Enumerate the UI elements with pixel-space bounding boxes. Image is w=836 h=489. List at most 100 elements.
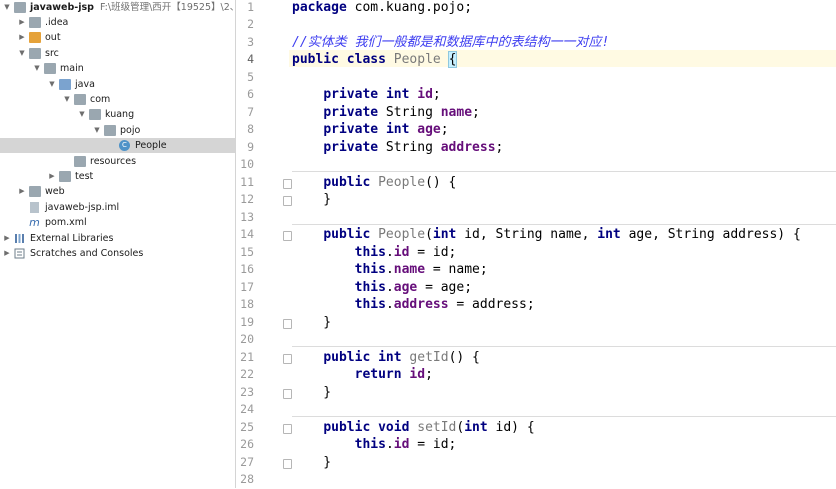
code-token: }	[292, 314, 332, 330]
tree-item-test[interactable]: ▶ test	[0, 169, 235, 184]
code-token: age, String address) {	[620, 227, 801, 242]
code-line[interactable]: public People(int id, String name, int a…	[292, 226, 801, 244]
editor-gutter: 1 2 3 4 5 6 7 8 9 10 11 12 13 14 15 16 17 18 19 20 21 22 23 24 2…	[236, 0, 292, 488]
tree-item-javaweb-jsp-iml[interactable]: javaweb-jsp.iml	[0, 200, 235, 215]
code-line[interactable]: private int id;	[292, 86, 440, 104]
tree-item-label: java	[75, 78, 95, 90]
tree-item-kuang[interactable]: ▼ kuang	[0, 107, 235, 122]
code-token: private	[323, 122, 379, 137]
code-line[interactable]: }	[292, 314, 331, 332]
chevron-down-icon[interactable]: ▼	[47, 77, 57, 92]
code-line[interactable]: this.id = id;	[292, 436, 457, 454]
package-icon	[104, 124, 116, 136]
code-line[interactable]: public class People {	[292, 51, 458, 69]
chevron-down-icon[interactable]: ▼	[17, 46, 27, 61]
tree-item-pom-xml[interactable]: m pom.xml	[0, 215, 235, 230]
code-token: id	[409, 367, 426, 382]
folder-icon	[44, 63, 56, 75]
code-line[interactable]: public People() {	[292, 174, 456, 192]
code-editor[interactable]: package com.kuang.pojo; //实体类 我们一般都是和数据库中…	[289, 0, 836, 488]
chevron-right-icon[interactable]: ▶	[47, 169, 57, 184]
chevron-down-icon[interactable]: ▼	[2, 0, 12, 15]
code-token: address	[440, 139, 496, 155]
line-number: 22	[240, 367, 254, 381]
tree-item-out[interactable]: ▶ out	[0, 30, 235, 45]
tree-item-web[interactable]: ▶ web	[0, 184, 235, 199]
code-line[interactable]: this.name = name;	[292, 261, 488, 279]
tree-item-resources[interactable]: resources	[0, 154, 235, 169]
code-line[interactable]: return id;	[292, 366, 433, 384]
tree-item-src[interactable]: ▼ src	[0, 46, 235, 61]
code-token: int	[597, 227, 621, 242]
tree-item-idea[interactable]: ▶ .idea	[0, 15, 235, 30]
tree-item-label: kuang	[105, 109, 135, 121]
tree-root-javaweb-jsp[interactable]: ▼ javaweb-jsp F:\班级管理\西开【19525】\2、代码\	[0, 0, 235, 15]
project-tool-window: ▼ javaweb-jsp F:\班级管理\西开【19525】\2、代码\ ▶ .i…	[0, 0, 236, 488]
code-token: this	[354, 297, 386, 312]
line-number: 15	[240, 244, 254, 259]
code-line[interactable]: //实体类 我们一般都是和数据库中的表结构一一对应!	[292, 34, 609, 52]
line-number: 7	[247, 104, 254, 119]
tree-item-label: resources	[90, 155, 137, 167]
line-number: 24	[240, 402, 254, 416]
tree-item-label: web	[45, 186, 65, 198]
java-class-icon: C	[119, 140, 130, 152]
code-token: class	[346, 52, 386, 67]
code-line[interactable]: this.address = address;	[292, 296, 535, 314]
chevron-right-icon[interactable]: ▶	[17, 184, 27, 199]
code-token: void	[378, 419, 410, 435]
chevron-down-icon[interactable]: ▼	[92, 123, 102, 138]
code-token: String	[378, 104, 441, 120]
code-line[interactable]: private String name;	[292, 104, 480, 122]
code-line[interactable]: private int age;	[292, 121, 448, 139]
tree-item-label: test	[75, 171, 94, 182]
folder-icon	[29, 17, 41, 28]
chevron-right-icon[interactable]: ▶	[2, 231, 12, 246]
line-number: 28	[240, 472, 254, 486]
chevron-down-icon[interactable]: ▼	[32, 61, 42, 76]
method-separator	[292, 171, 836, 172]
code-token: .	[385, 297, 394, 312]
code-line[interactable]: }	[292, 191, 331, 209]
tree-item-scratches-and-consoles[interactable]: ▶ Scratches and Consoles	[0, 246, 235, 261]
chevron-right-icon[interactable]: ▶	[17, 30, 27, 45]
code-token: = age;	[417, 279, 473, 295]
code-token: }	[292, 454, 332, 470]
tree-item-pojo[interactable]: ▼ pojo	[0, 123, 235, 138]
code-line[interactable]: package com.kuang.pojo;	[292, 0, 472, 16]
tree-item-label: out	[45, 32, 61, 44]
code-token: () {	[448, 349, 480, 365]
code-line[interactable]: public int getId() {	[292, 349, 480, 367]
code-line[interactable]: }	[292, 454, 331, 472]
tree-item-main[interactable]: ▼ main	[0, 61, 235, 76]
code-line[interactable]: this.age = age;	[292, 279, 472, 297]
tree-item-external-libraries[interactable]: ▶ External Libraries	[0, 231, 235, 246]
code-line[interactable]: public void setId(int id) {	[292, 419, 534, 437]
tree-item-java[interactable]: ▼ java	[0, 77, 235, 92]
chevron-right-icon[interactable]: ▶	[2, 246, 12, 261]
tree-item-people[interactable]: C People	[0, 138, 235, 154]
code-token: private	[323, 87, 379, 102]
code-line[interactable]: private String address;	[292, 139, 503, 157]
code-token: this	[354, 262, 386, 277]
chevron-right-icon[interactable]: ▶	[17, 15, 27, 30]
folder-icon	[59, 171, 71, 182]
code-token: id	[393, 244, 410, 260]
code-token: setId	[417, 419, 457, 435]
folder-icon	[29, 47, 41, 59]
code-token: package	[292, 0, 347, 15]
chevron-down-icon[interactable]: ▼	[62, 92, 72, 107]
code-token: //实体类 我们一般都是和数据库中的表结构一一对应!	[292, 34, 610, 50]
chevron-down-icon[interactable]: ▼	[77, 107, 87, 122]
tree-item-label: External Libraries	[30, 232, 114, 244]
code-line[interactable]: this.id = id;	[292, 244, 457, 262]
tree-item-com[interactable]: ▼ com	[0, 92, 235, 107]
code-token: .	[385, 262, 394, 277]
code-line[interactable]: }	[292, 384, 331, 402]
